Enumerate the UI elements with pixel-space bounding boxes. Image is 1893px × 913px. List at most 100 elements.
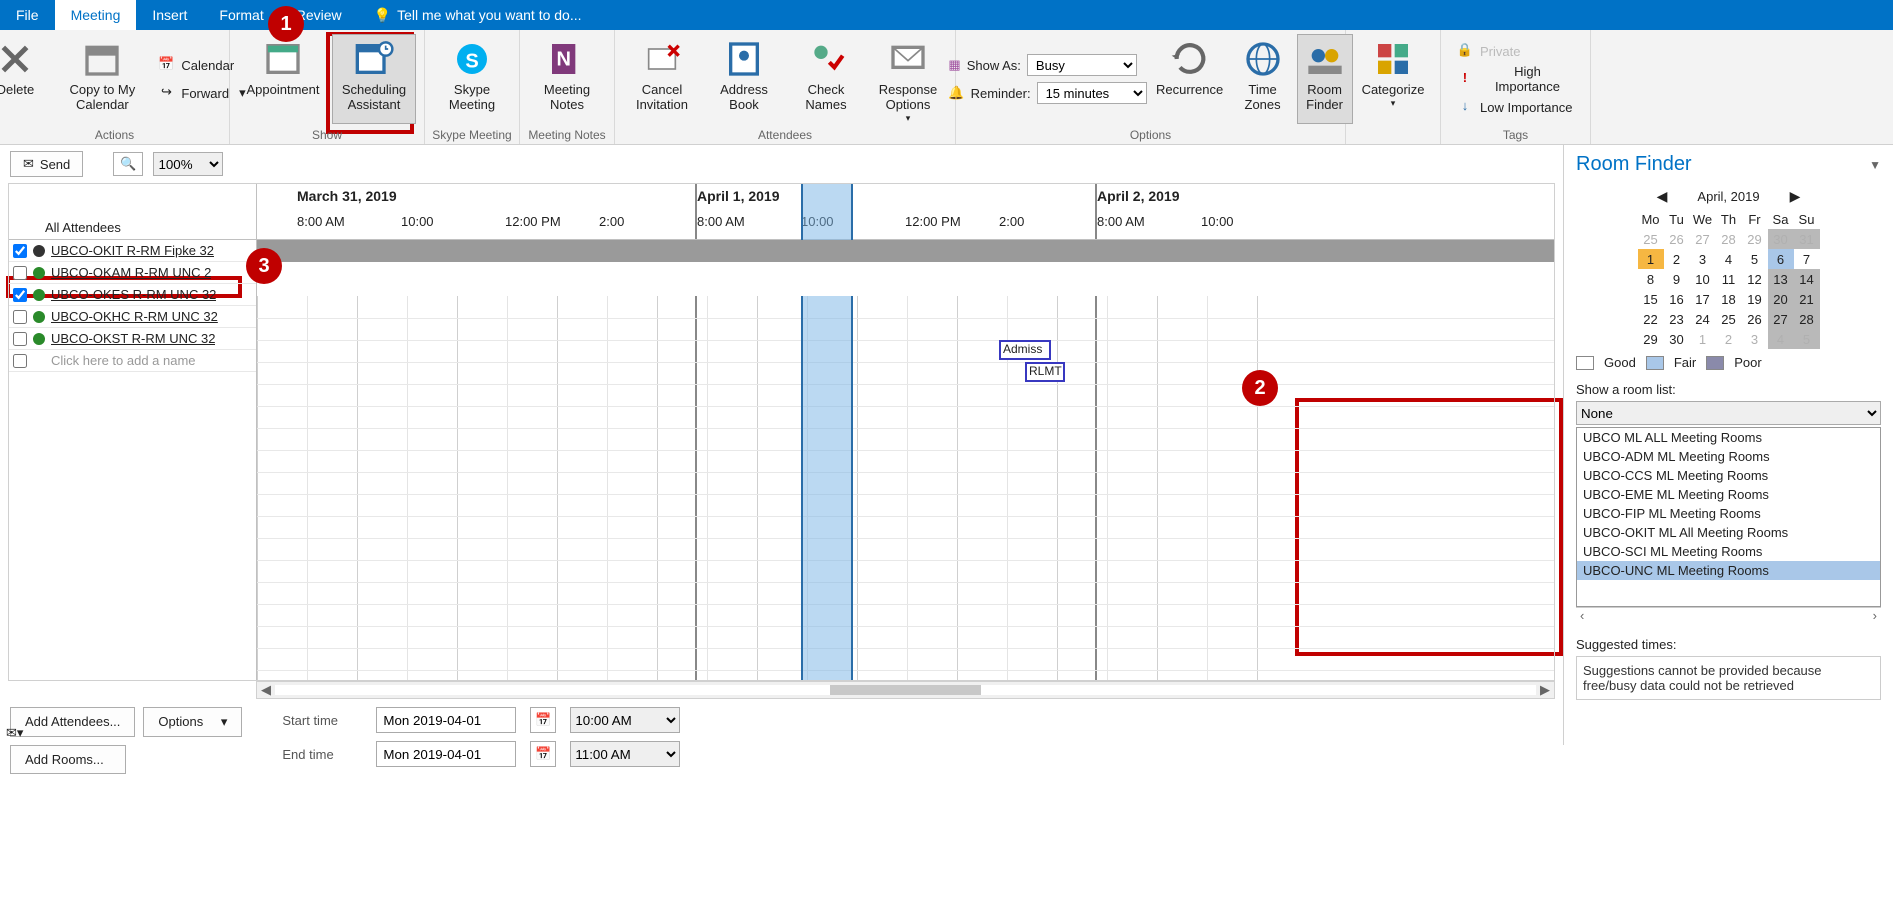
cal-day[interactable]: 22 xyxy=(1638,309,1664,329)
attendee-row[interactable]: UBCO-OKHC R-RM UNC 32 xyxy=(9,306,256,328)
zoom-select[interactable]: 100% xyxy=(153,152,223,176)
cal-day[interactable]: 4 xyxy=(1716,249,1742,269)
cal-day[interactable]: 25 xyxy=(1638,229,1664,249)
attendee-row[interactable]: UBCO-OKAM R-RM UNC 2 xyxy=(9,262,256,284)
room-finder-button[interactable]: Room Finder xyxy=(1297,34,1353,124)
cal-day[interactable]: 21 xyxy=(1794,289,1820,309)
time-selection[interactable] xyxy=(801,296,853,680)
room-list-item[interactable]: UBCO-OKIT ML All Meeting Rooms xyxy=(1577,523,1880,542)
reminder-select[interactable]: 15 minutes xyxy=(1037,82,1147,104)
room-list-item[interactable]: UBCO-ADM ML Meeting Rooms xyxy=(1577,447,1880,466)
cal-day[interactable]: 3 xyxy=(1742,329,1768,349)
attendee-checkbox[interactable] xyxy=(13,266,27,280)
cal-day[interactable]: 7 xyxy=(1794,249,1820,269)
schedule-grid[interactable]: March 31, 2019April 1, 2019April 2, 2019… xyxy=(257,184,1554,680)
cal-day[interactable]: 3 xyxy=(1690,249,1716,269)
high-importance-button[interactable]: ! High Importance xyxy=(1449,66,1582,92)
cal-day[interactable]: 24 xyxy=(1690,309,1716,329)
cal-day[interactable]: 26 xyxy=(1742,309,1768,329)
cal-day[interactable]: 5 xyxy=(1742,249,1768,269)
time-zones-button[interactable]: Time Zones xyxy=(1233,34,1293,124)
cal-day[interactable]: 4 xyxy=(1768,329,1794,349)
add-rooms-button[interactable]: Add Rooms... xyxy=(10,745,126,774)
tab-insert[interactable]: Insert xyxy=(136,0,203,30)
room-list-item[interactable]: UBCO-SCI ML Meeting Rooms xyxy=(1577,542,1880,561)
address-book-button[interactable]: Address Book xyxy=(705,34,783,124)
attendee-row[interactable]: UBCO-OKIT R-RM Fipke 32 xyxy=(9,240,256,262)
cancel-invitation-button[interactable]: Cancel Invitation xyxy=(623,34,701,124)
cal-day[interactable]: 28 xyxy=(1794,309,1820,329)
attendee-checkbox[interactable] xyxy=(13,354,27,368)
cal-day[interactable]: 26 xyxy=(1664,229,1690,249)
chevron-down-icon[interactable]: ▼ xyxy=(1869,158,1881,172)
send-button[interactable]: ✉ Send xyxy=(10,151,83,177)
response-options-button[interactable]: Response Options▾ xyxy=(869,34,947,124)
cal-day[interactable]: 30 xyxy=(1664,329,1690,349)
cal-day[interactable]: 17 xyxy=(1690,289,1716,309)
appointment-button[interactable]: Appointment xyxy=(238,34,328,124)
start-date-picker[interactable]: 📅 xyxy=(530,707,556,733)
cal-day[interactable]: 13 xyxy=(1768,269,1794,289)
cal-day[interactable]: 29 xyxy=(1638,329,1664,349)
mini-calendar[interactable]: MoTuWeThFrSaSu 2526272829303112345678910… xyxy=(1638,209,1820,349)
add-attendee-row[interactable]: Click here to add a name xyxy=(9,350,256,372)
room-list-item[interactable]: UBCO ML ALL Meeting Rooms xyxy=(1577,428,1880,447)
scheduling-assistant-button[interactable]: Scheduling Assistant xyxy=(332,34,416,124)
attendee-checkbox[interactable] xyxy=(13,288,27,302)
cal-day[interactable]: 6 xyxy=(1768,249,1794,269)
cal-day[interactable]: 29 xyxy=(1742,229,1768,249)
horizontal-scrollbar[interactable]: ◀ ▶ xyxy=(256,681,1555,699)
copy-to-calendar-button[interactable]: Copy to My Calendar xyxy=(58,34,146,124)
cal-day[interactable]: 9 xyxy=(1664,269,1690,289)
cal-day[interactable]: 23 xyxy=(1664,309,1690,329)
tab-format[interactable]: Format xyxy=(203,0,279,30)
tab-meeting[interactable]: Meeting xyxy=(55,0,137,30)
options-dropdown[interactable]: Options ▾ xyxy=(143,707,242,737)
cal-day[interactable]: 2 xyxy=(1716,329,1742,349)
start-date-input[interactable] xyxy=(376,707,516,733)
tab-file[interactable]: File xyxy=(0,0,55,30)
cal-day[interactable]: 27 xyxy=(1690,229,1716,249)
prev-month-button[interactable]: ◀ xyxy=(1657,188,1668,205)
end-date-input[interactable] xyxy=(376,741,516,767)
attendee-row[interactable]: UBCO-OKST R-RM UNC 32 xyxy=(9,328,256,350)
private-button[interactable]: 🔒 Private xyxy=(1449,38,1527,64)
recurrence-button[interactable]: Recurrence xyxy=(1151,34,1229,124)
show-as-select[interactable]: Busy xyxy=(1027,54,1137,76)
cal-day[interactable]: 5 xyxy=(1794,329,1820,349)
cal-day[interactable]: 30 xyxy=(1768,229,1794,249)
cal-day[interactable]: 1 xyxy=(1690,329,1716,349)
end-date-picker[interactable]: 📅 xyxy=(530,741,556,767)
cal-day[interactable]: 25 xyxy=(1716,309,1742,329)
delete-button[interactable]: Delete xyxy=(0,34,54,124)
room-list-item[interactable]: UBCO-CCS ML Meeting Rooms xyxy=(1577,466,1880,485)
cal-day[interactable]: 12 xyxy=(1742,269,1768,289)
room-list-item[interactable]: UBCO-UNC ML Meeting Rooms xyxy=(1577,561,1880,580)
tell-me-search[interactable]: 💡 Tell me what you want to do... xyxy=(358,0,598,30)
cal-day[interactable]: 11 xyxy=(1716,269,1742,289)
room-list-item[interactable]: UBCO-EME ML Meeting Rooms xyxy=(1577,485,1880,504)
check-names-button[interactable]: Check Names xyxy=(787,34,865,124)
categorize-button[interactable]: Categorize▾ xyxy=(1354,34,1432,124)
cal-day[interactable]: 16 xyxy=(1664,289,1690,309)
tab-review[interactable]: Review xyxy=(280,0,358,30)
add-attendees-button[interactable]: Add Attendees... xyxy=(10,707,135,737)
attendee-checkbox[interactable] xyxy=(13,244,27,258)
cal-day[interactable]: 27 xyxy=(1768,309,1794,329)
room-list-hscroll[interactable]: ‹› xyxy=(1576,607,1881,625)
cal-day[interactable]: 14 xyxy=(1794,269,1820,289)
cal-day[interactable]: 18 xyxy=(1716,289,1742,309)
attendee-checkbox[interactable] xyxy=(13,332,27,346)
start-time-select[interactable]: 10:00 AM xyxy=(570,707,680,733)
skype-meeting-button[interactable]: S Skype Meeting xyxy=(433,34,511,124)
search-icon[interactable]: 🔍 xyxy=(113,152,143,176)
next-month-button[interactable]: ▶ xyxy=(1790,188,1801,205)
cal-day[interactable]: 31 xyxy=(1794,229,1820,249)
room-list-item[interactable]: UBCO-FIP ML Meeting Rooms xyxy=(1577,504,1880,523)
cal-day[interactable]: 8 xyxy=(1638,269,1664,289)
time-selection[interactable] xyxy=(801,184,853,240)
cal-day[interactable]: 2 xyxy=(1664,249,1690,269)
cal-day[interactable]: 1 xyxy=(1638,249,1664,269)
room-list-select[interactable]: None xyxy=(1576,401,1881,425)
attendee-checkbox[interactable] xyxy=(13,310,27,324)
